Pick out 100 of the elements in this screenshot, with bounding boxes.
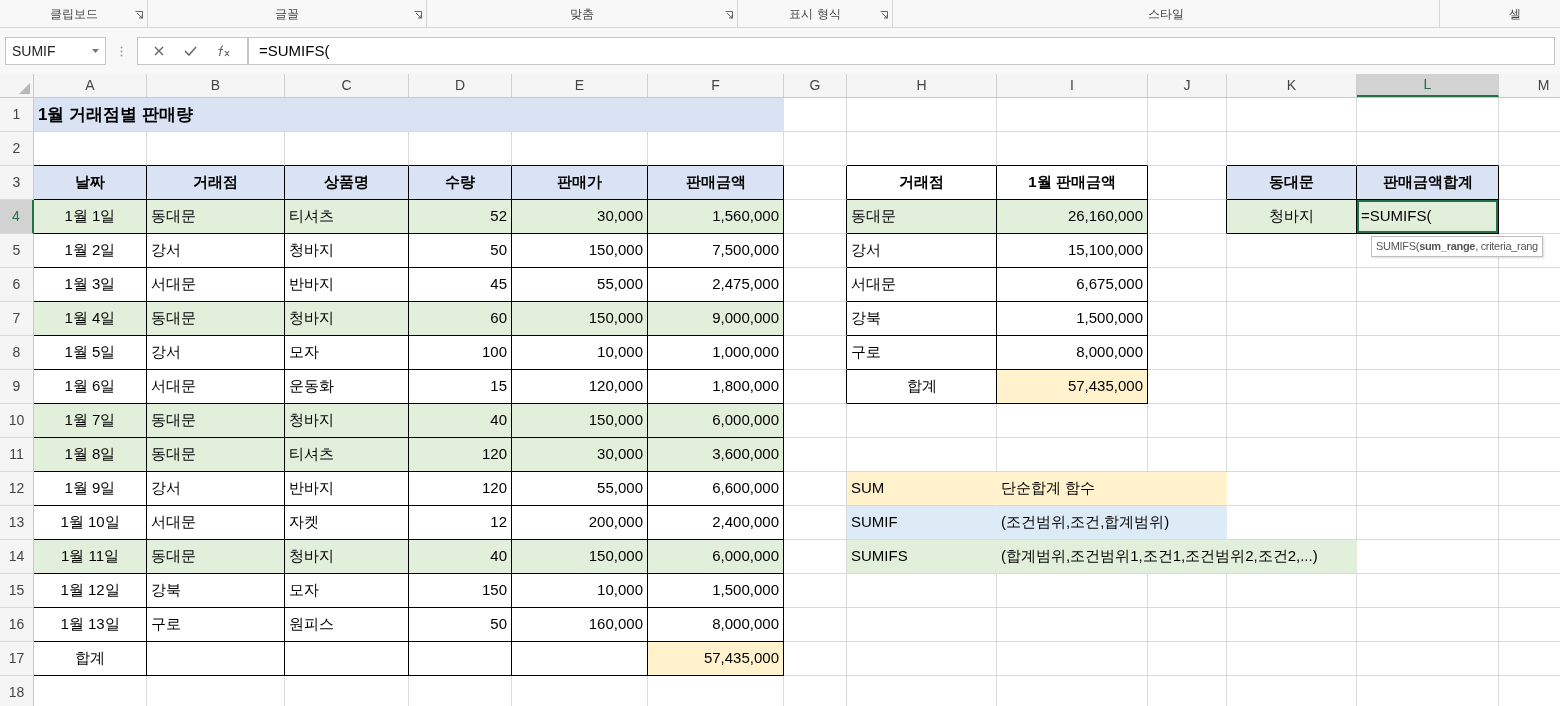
table-cell: 서대문 [147, 506, 285, 540]
table-cell: 1월 12일 [34, 574, 147, 608]
table-cell: 3,600,000 [648, 438, 784, 472]
table-cell: 2,475,000 [648, 268, 784, 302]
table-cell: 8,000,000 [997, 336, 1148, 370]
table-cell: 청바지 [1227, 200, 1357, 234]
table-cell: 150,000 [512, 404, 648, 438]
table-cell: 서대문 [147, 268, 285, 302]
total-label: 합계 [34, 642, 147, 676]
table-cell: 6,675,000 [997, 268, 1148, 302]
function-name: SUMIFS [847, 540, 997, 574]
table-cell: 8,000,000 [648, 608, 784, 642]
table-cell: 50 [409, 234, 512, 268]
table-cell: 청바지 [285, 540, 409, 574]
table-cell: 반바지 [285, 472, 409, 506]
table-cell: 1,800,000 [648, 370, 784, 404]
table-cell: 1월 13일 [34, 608, 147, 642]
table-cell: 45 [409, 268, 512, 302]
table-cell: 26,160,000 [997, 200, 1148, 234]
table-cell: 1월 8일 [34, 438, 147, 472]
table-cell: 원피스 [285, 608, 409, 642]
table-cell: 200,000 [512, 506, 648, 540]
table-cell: 동대문 [147, 200, 285, 234]
table-cell: 1월 7일 [34, 404, 147, 438]
sheet-title: 1월 거래점별 판매량 [34, 98, 784, 132]
table-cell: 1월 11일 [34, 540, 147, 574]
function-name: SUM [847, 472, 997, 506]
table-cell: 55,000 [512, 472, 648, 506]
column-heading: 거래점 [147, 166, 285, 200]
function-description: (합계범위,조건범위1,조건1,조건범위2,조건2,...) [997, 540, 1357, 574]
table-cell: 2,400,000 [648, 506, 784, 540]
total-label: 합계 [847, 370, 997, 404]
table-cell: 구로 [147, 608, 285, 642]
table-cell: 1월 4일 [34, 302, 147, 336]
table-cell: 티셔츠 [285, 438, 409, 472]
table-cell: 120 [409, 472, 512, 506]
table-cell: 서대문 [847, 268, 997, 302]
table-cell: 150,000 [512, 540, 648, 574]
table-cell: 1월 9일 [34, 472, 147, 506]
table-cell: 1,500,000 [997, 302, 1148, 336]
table-cell: 100 [409, 336, 512, 370]
table-cell: 동대문 [847, 200, 997, 234]
table-cell: 15 [409, 370, 512, 404]
function-description: (조건범위,조건,합계범위) [997, 506, 1227, 540]
function-tooltip: SUMIFS(sum_range, criteria_rang [1371, 236, 1543, 257]
table-cell: 운동화 [285, 370, 409, 404]
ribbon-group-label: 클립보드 [49, 5, 98, 23]
table-cell: 120 [409, 438, 512, 472]
table-cell: 7,500,000 [648, 234, 784, 268]
table-cell: 1,560,000 [648, 200, 784, 234]
ribbon-group-label: 스타일 [1148, 5, 1184, 23]
table-cell: 6,600,000 [648, 472, 784, 506]
function-description: 단순합계 함수 [997, 472, 1227, 506]
table-cell: 52 [409, 200, 512, 234]
column-heading: 수량 [409, 166, 512, 200]
total-value: 57,435,000 [648, 642, 784, 676]
column-heading: 1월 판매금액 [997, 166, 1148, 200]
table-cell: 1,500,000 [648, 574, 784, 608]
table-cell: 동대문 [147, 540, 285, 574]
column-heading: 판매가 [512, 166, 648, 200]
ribbon-group-label: 글꼴 [275, 5, 299, 23]
table-cell: 30,000 [512, 438, 648, 472]
column-heading: 동대문 [1227, 166, 1357, 200]
table-cell: 1월 6일 [34, 370, 147, 404]
table-cell: 1월 1일 [34, 200, 147, 234]
table-cell: 강서 [147, 336, 285, 370]
table-cell: 150,000 [512, 234, 648, 268]
table-cell: 150 [409, 574, 512, 608]
table-cell: 동대문 [147, 404, 285, 438]
table-cell: 160,000 [512, 608, 648, 642]
table-cell: 1월 2일 [34, 234, 147, 268]
table-cell: 모자 [285, 336, 409, 370]
column-heading: 판매금액 [648, 166, 784, 200]
table-cell: 1월 5일 [34, 336, 147, 370]
table-cell: 40 [409, 404, 512, 438]
ribbon-group-label: 표시 형식 [789, 5, 841, 23]
table-cell: 55,000 [512, 268, 648, 302]
function-name: SUMIF [847, 506, 997, 540]
table-cell: 40 [409, 540, 512, 574]
table-cell: 10,000 [512, 336, 648, 370]
table-cell: 30,000 [512, 200, 648, 234]
table-cell: 50 [409, 608, 512, 642]
table-cell: 60 [409, 302, 512, 336]
table-cell: 1,000,000 [648, 336, 784, 370]
column-heading: 거래점 [847, 166, 997, 200]
table-cell: 강서 [147, 234, 285, 268]
table-cell: 15,100,000 [997, 234, 1148, 268]
table-cell: 반바지 [285, 268, 409, 302]
table-cell: 청바지 [285, 302, 409, 336]
table-cell: 청바지 [285, 404, 409, 438]
table-cell: 1월 3일 [34, 268, 147, 302]
total-value: 57,435,000 [997, 370, 1148, 404]
table-cell: 150,000 [512, 302, 648, 336]
table-cell: 동대문 [147, 438, 285, 472]
table-cell: 6,000,000 [648, 540, 784, 574]
table-cell: 6,000,000 [648, 404, 784, 438]
table-cell: 강서 [147, 472, 285, 506]
ribbon-group-label: 맞춤 [570, 5, 594, 23]
table-cell: 구로 [847, 336, 997, 370]
table-cell: 강서 [847, 234, 997, 268]
